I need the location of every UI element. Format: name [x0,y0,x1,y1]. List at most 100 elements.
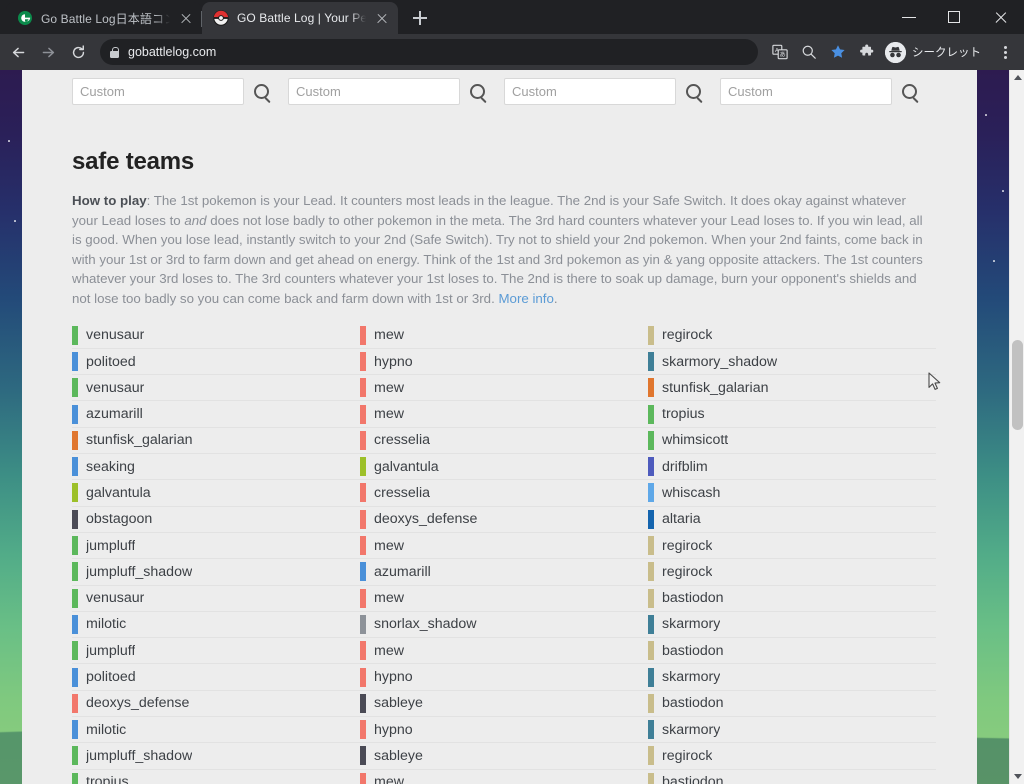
team-slot[interactable]: cresselia [360,428,648,455]
team-slot[interactable]: stunfisk_galarian [648,375,936,402]
pokemon-name: regirock [662,747,713,764]
team-slot[interactable]: hypno [360,717,648,744]
pokemon-name: sableye [374,747,423,764]
team-slot[interactable]: mew [360,586,648,612]
maximize-button[interactable] [932,0,978,34]
team-slot[interactable]: regirock [648,559,936,586]
team-slot[interactable]: venusaur [72,375,360,402]
type-color-bar [648,325,654,345]
team-slot[interactable]: mew [360,638,648,665]
magnifier-icon[interactable] [254,84,269,99]
incognito-indicator[interactable]: シークレット [882,39,991,65]
team-slot[interactable]: deoxys_defense [72,691,360,718]
team-slot[interactable]: seaking [72,454,360,481]
address-bar[interactable]: gobattlelog.com [100,39,758,65]
team-slot[interactable]: stunfisk_galarian [72,428,360,455]
team-slot[interactable]: azumarill [72,401,360,428]
team-slot[interactable]: skarmory [648,612,936,639]
custom-search-input-1[interactable]: Custom [72,78,244,105]
magnifier-icon[interactable] [470,84,485,99]
table-row: venusaur mew regirock [72,323,936,349]
new-tab-button[interactable] [406,4,434,32]
minimize-button[interactable] [886,0,932,34]
browser-tab-1-title: Go Battle Log日本語コンバーター [41,11,170,26]
team-slot[interactable]: deoxys_defense [360,507,648,533]
kebab-menu-icon[interactable] [992,38,1018,66]
browser-tab-2[interactable]: GO Battle Log | Your Personal Bat [202,2,398,34]
team-slot[interactable]: snorlax_shadow [360,612,648,639]
team-slot[interactable]: jumpluff_shadow [72,743,360,770]
team-slot[interactable]: whimsicott [648,428,936,455]
search-icon[interactable] [795,38,823,66]
team-slot[interactable]: drifblim [648,454,936,481]
custom-search-input-3[interactable]: Custom [504,78,676,105]
page-viewport: Custom Custom Custom Custom safe teams H… [0,70,1024,784]
team-slot[interactable]: mew [360,375,648,402]
team-slot[interactable]: skarmory [648,664,936,691]
team-slot[interactable]: obstagoon [72,507,360,533]
team-slot[interactable]: skarmory [648,717,936,744]
team-slot[interactable]: bastiodon [648,586,936,612]
team-slot[interactable]: jumpluff [72,533,360,560]
close-icon[interactable] [374,10,390,26]
team-slot[interactable]: jumpluff_shadow [72,559,360,586]
team-slot[interactable]: tropius [72,770,360,784]
team-slot[interactable]: jumpluff [72,638,360,665]
team-slot[interactable]: milotic [72,612,360,639]
team-slot[interactable]: hypno [360,349,648,376]
close-icon[interactable] [178,10,194,26]
team-slot[interactable]: politoed [72,664,360,691]
team-slot[interactable]: milotic [72,717,360,744]
custom-search-input-2[interactable]: Custom [288,78,460,105]
more-info-link[interactable]: More info [498,291,553,306]
translate-icon[interactable]: あA [766,38,794,66]
magnifier-icon[interactable] [686,84,701,99]
scroll-up-arrow[interactable] [1010,70,1024,85]
team-slot[interactable]: sableye [360,743,648,770]
type-color-bar [360,430,366,450]
pokemon-name: politoed [86,353,136,370]
browser-tab-1[interactable]: Go Battle Log日本語コンバーター [6,2,202,34]
window-close-button[interactable] [978,0,1024,34]
vertical-scrollbar[interactable] [1009,70,1024,784]
team-slot[interactable]: mew [360,323,648,349]
team-slot[interactable]: galvantula [72,480,360,507]
star-icon[interactable] [824,38,852,66]
type-color-bar [360,693,366,713]
team-slot[interactable]: skarmory_shadow [648,349,936,376]
team-slot[interactable]: regirock [648,743,936,770]
magnifier-icon[interactable] [902,84,917,99]
team-slot[interactable]: bastiodon [648,691,936,718]
team-slot[interactable]: regirock [648,533,936,560]
scroll-down-arrow[interactable] [1010,769,1024,784]
team-slot[interactable]: cresselia [360,480,648,507]
team-slot[interactable]: hypno [360,664,648,691]
team-slot[interactable]: bastiodon [648,770,936,784]
how-to-play-colon: : [146,193,154,208]
team-slot[interactable]: altaria [648,507,936,533]
team-slot[interactable]: bastiodon [648,638,936,665]
forward-arrow-icon[interactable] [34,38,62,66]
team-slot[interactable]: mew [360,401,648,428]
team-slot[interactable]: venusaur [72,323,360,349]
pokemon-name: sableye [374,695,423,712]
team-slot[interactable]: tropius [648,401,936,428]
reload-icon[interactable] [64,38,92,66]
pokemon-name: mew [374,642,404,659]
back-arrow-icon[interactable] [4,38,32,66]
team-slot[interactable]: regirock [648,323,936,349]
team-slot[interactable]: galvantula [360,454,648,481]
type-color-bar [72,430,78,450]
custom-search-input-4[interactable]: Custom [720,78,892,105]
team-slot[interactable]: sableye [360,691,648,718]
safe-teams-table: venusaur mew regirock politoed hypno skarmory… [72,323,936,784]
team-slot[interactable]: venusaur [72,586,360,612]
team-slot[interactable]: politoed [72,349,360,376]
team-slot[interactable]: azumarill [360,559,648,586]
team-slot[interactable]: mew [360,770,648,784]
team-slot[interactable]: whiscash [648,480,936,507]
incognito-label: シークレット [912,47,981,59]
puzzle-icon[interactable] [853,38,881,66]
scrollbar-thumb[interactable] [1012,340,1023,430]
team-slot[interactable]: mew [360,533,648,560]
